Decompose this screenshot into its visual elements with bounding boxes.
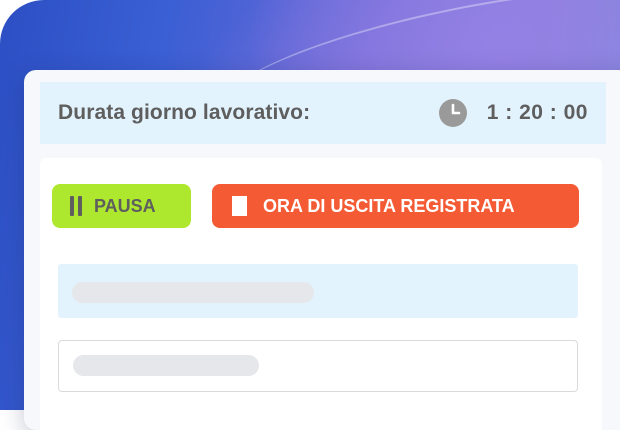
pause-icon <box>70 196 82 216</box>
actions-panel: PAUSA ORA DI USCITA REGISTRATA <box>40 158 602 430</box>
pause-button-label: PAUSA <box>94 195 156 216</box>
text-placeholder <box>72 282 314 303</box>
clock-icon <box>438 99 467 127</box>
workday-duration-label: Durata giorno lavorativo: <box>58 101 311 124</box>
placeholder-input-row[interactable] <box>58 340 578 392</box>
register-exit-time-button[interactable]: ORA DI USCITA REGISTRATA <box>212 184 579 228</box>
stop-icon <box>232 196 247 216</box>
pause-button[interactable]: PAUSA <box>52 184 191 228</box>
text-placeholder <box>73 355 259 376</box>
placeholder-row-highlighted <box>58 264 578 318</box>
workday-timer: 1 : 20 : 00 <box>486 101 588 124</box>
workday-duration-header: Durata giorno lavorativo: 1 : 20 : 00 <box>40 82 606 144</box>
time-tracker-card: Durata giorno lavorativo: 1 : 20 : 00 PA… <box>24 70 620 430</box>
register-exit-time-label: ORA DI USCITA REGISTRATA <box>263 195 515 216</box>
